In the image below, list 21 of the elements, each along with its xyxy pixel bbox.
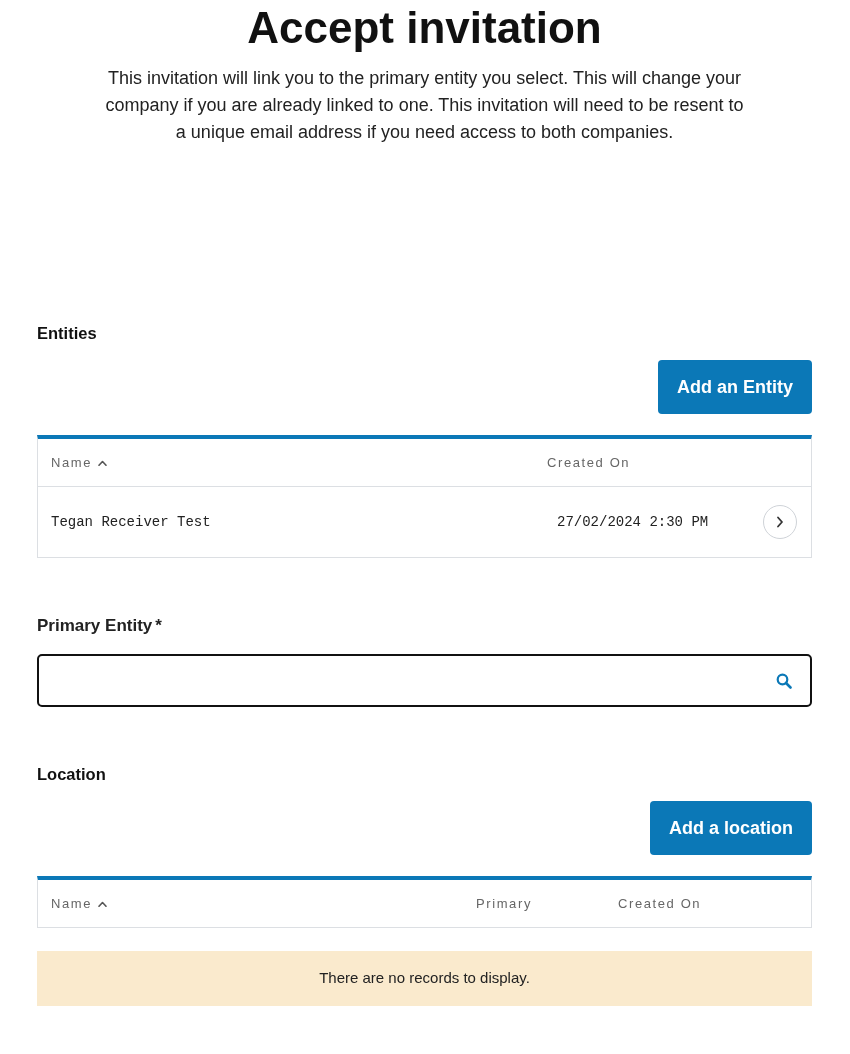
search-field[interactable]: [37, 654, 812, 707]
column-header[interactable]: Primary: [476, 893, 532, 914]
required-mark: *: [155, 615, 162, 637]
column-header[interactable]: Name: [51, 452, 108, 473]
chevron-up-icon: [98, 900, 108, 907]
column-header[interactable]: Created On: [547, 452, 631, 473]
table-cell-text: 27/02/2024 2:30 PM: [556, 512, 710, 532]
field-label: Primary Entity: [37, 615, 153, 637]
search-icon: [776, 672, 792, 689]
page-title: Accept invitation: [246, 4, 603, 52]
chevron-up-icon: [98, 459, 108, 466]
add-button[interactable]: Add an Entity: [658, 360, 812, 414]
section-heading: Location: [37, 764, 107, 785]
column-header[interactable]: Name: [51, 893, 108, 914]
description-text: This invitation will link you to the primary entity you select. This will change your company if you are already linked to one. This invitation will need to be resent to a unique email address if you need access to both companies.: [104, 67, 745, 144]
empty-state-message: There are no records to display.: [37, 951, 812, 1006]
add-button[interactable]: Add a location: [650, 801, 812, 855]
column-header[interactable]: Created On: [618, 893, 702, 914]
section-heading: Entities: [37, 323, 98, 344]
chevron-right-icon: [776, 516, 784, 528]
table-cell-text: Tegan Receiver Test: [51, 512, 212, 532]
